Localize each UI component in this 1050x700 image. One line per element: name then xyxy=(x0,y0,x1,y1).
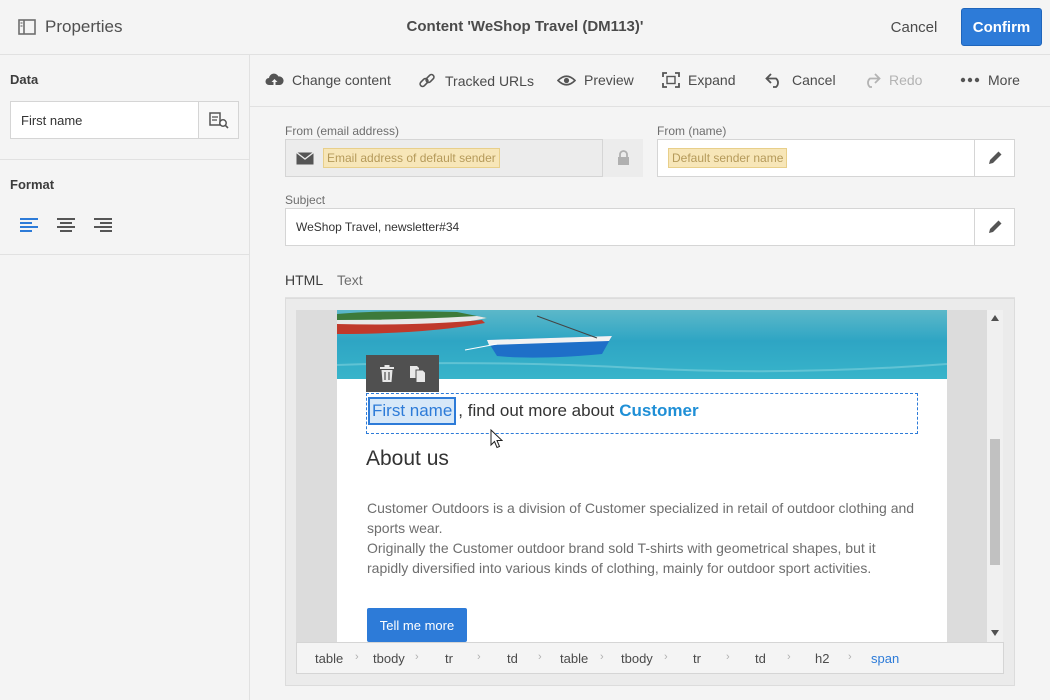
scroll-up-icon[interactable] xyxy=(991,315,999,321)
redo-label: Redo xyxy=(889,72,923,88)
breadcrumb-item[interactable]: tbody xyxy=(373,651,405,666)
preview-button[interactable]: Preview xyxy=(557,72,634,88)
top-bar: Properties Content 'WeShop Travel (DM113… xyxy=(0,0,1050,55)
chevron-right-icon: › xyxy=(355,651,359,663)
chevron-right-icon: › xyxy=(477,651,481,663)
customer-personalization[interactable]: Customer xyxy=(619,401,698,421)
mouse-pointer-icon xyxy=(490,429,503,449)
about-paragraph-2[interactable]: Originally the Customer outdoor brand so… xyxy=(367,538,917,578)
expand-label: Expand xyxy=(688,72,736,88)
cloud-upload-icon xyxy=(265,73,284,87)
link-icon xyxy=(419,73,435,88)
editor-toolbar: Change content Tracked URLs Preview Expa… xyxy=(250,55,1050,107)
divider xyxy=(0,159,249,160)
breadcrumb-item[interactable]: td xyxy=(755,651,766,666)
confirm-button[interactable]: Confirm xyxy=(961,8,1042,46)
more-button[interactable]: More xyxy=(960,72,1020,88)
chevron-right-icon: › xyxy=(726,651,730,663)
about-paragraph-1[interactable]: Customer Outdoors is a division of Custo… xyxy=(367,498,917,538)
scroll-down-icon[interactable] xyxy=(991,630,999,636)
expand-icon xyxy=(662,72,680,88)
change-content-label: Change content xyxy=(292,72,391,88)
scroll-thumb[interactable] xyxy=(990,439,1000,565)
chevron-right-icon: › xyxy=(848,651,852,663)
data-field[interactable]: First name xyxy=(10,101,199,139)
edit-subject-button[interactable] xyxy=(974,208,1015,246)
pencil-icon xyxy=(989,220,1002,233)
about-heading[interactable]: About us xyxy=(366,447,449,471)
eye-icon xyxy=(557,74,576,86)
more-label: More xyxy=(988,72,1020,88)
cancel-button[interactable]: Cancel xyxy=(884,19,944,36)
trash-icon[interactable] xyxy=(379,365,395,382)
block-toolbar xyxy=(366,355,439,392)
properties-panel: Data First name Format xyxy=(0,55,250,700)
chevron-right-icon: › xyxy=(600,651,604,663)
breadcrumb-item-current[interactable]: span xyxy=(871,651,899,666)
page-title: Content 'WeShop Travel (DM113)' xyxy=(406,18,644,35)
more-dots-icon xyxy=(960,77,980,83)
from-name-label: From (name) xyxy=(657,124,727,138)
format-section-label: Format xyxy=(10,177,55,192)
subject-value: WeShop Travel, newsletter#34 xyxy=(296,220,460,234)
field-picker-icon xyxy=(208,112,229,129)
envelope-icon xyxy=(296,151,314,164)
from-email-label: From (email address) xyxy=(285,124,400,138)
undo-label: Cancel xyxy=(792,72,836,88)
panel-title: Properties xyxy=(45,17,123,36)
breadcrumb-item[interactable]: td xyxy=(507,651,518,666)
chevron-right-icon: › xyxy=(415,651,419,663)
redo-button[interactable]: Redo xyxy=(862,72,922,88)
tracked-urls-label: Tracked URLs xyxy=(445,73,534,89)
tab-html[interactable]: HTML xyxy=(285,272,324,299)
redo-icon xyxy=(867,73,881,88)
duplicate-icon[interactable] xyxy=(409,365,426,383)
lock-icon xyxy=(617,150,629,165)
tab-text[interactable]: Text xyxy=(337,272,363,288)
from-email-placeholder: Email address of default sender xyxy=(323,148,500,168)
lock-button xyxy=(602,139,643,177)
first-name-personalization[interactable]: First name xyxy=(368,397,457,425)
preview-label: Preview xyxy=(584,72,634,88)
element-breadcrumb: table › tbody › tr › td › table › tbody … xyxy=(296,642,1004,674)
align-right-icon[interactable] xyxy=(93,216,113,234)
from-name-field[interactable]: Default sender name xyxy=(657,139,1015,177)
pencil-icon xyxy=(989,151,1002,164)
expand-button[interactable]: Expand xyxy=(662,72,735,88)
editor-scrollbar[interactable] xyxy=(987,310,1003,642)
breadcrumb-item[interactable]: tbody xyxy=(621,651,653,666)
edit-from-name-button[interactable] xyxy=(974,139,1015,177)
breadcrumb-item[interactable]: table xyxy=(315,651,343,666)
email-heading[interactable]: First name, find out more about Customer xyxy=(368,397,699,425)
undo-icon xyxy=(765,73,779,88)
align-center-icon[interactable] xyxy=(56,216,76,234)
undo-button[interactable]: Cancel xyxy=(765,72,836,88)
breadcrumb-item[interactable]: tr xyxy=(445,651,453,666)
chevron-right-icon: › xyxy=(787,651,791,663)
chevron-right-icon: › xyxy=(538,651,542,663)
heading-text: , find out more about xyxy=(458,401,615,420)
subject-field[interactable]: WeShop Travel, newsletter#34 xyxy=(285,208,1015,246)
breadcrumb-item[interactable]: table xyxy=(560,651,588,666)
tell-me-more-button[interactable]: Tell me more xyxy=(367,608,467,642)
data-section-label: Data xyxy=(10,72,39,87)
breadcrumb-item[interactable]: h2 xyxy=(815,651,829,666)
panel-icon xyxy=(18,19,36,35)
align-left-icon[interactable] xyxy=(19,216,39,234)
breadcrumb-item[interactable]: tr xyxy=(693,651,701,666)
change-content-button[interactable]: Change content xyxy=(265,72,391,88)
from-email-field: Email address of default sender xyxy=(285,139,643,177)
subject-label: Subject xyxy=(285,193,326,207)
tracked-urls-button[interactable]: Tracked URLs xyxy=(418,72,534,90)
from-name-placeholder: Default sender name xyxy=(668,148,788,168)
personalization-picker-button[interactable] xyxy=(198,101,239,139)
chevron-right-icon: › xyxy=(664,651,668,663)
properties-toggle[interactable]: Properties xyxy=(18,17,122,37)
divider xyxy=(0,254,249,255)
